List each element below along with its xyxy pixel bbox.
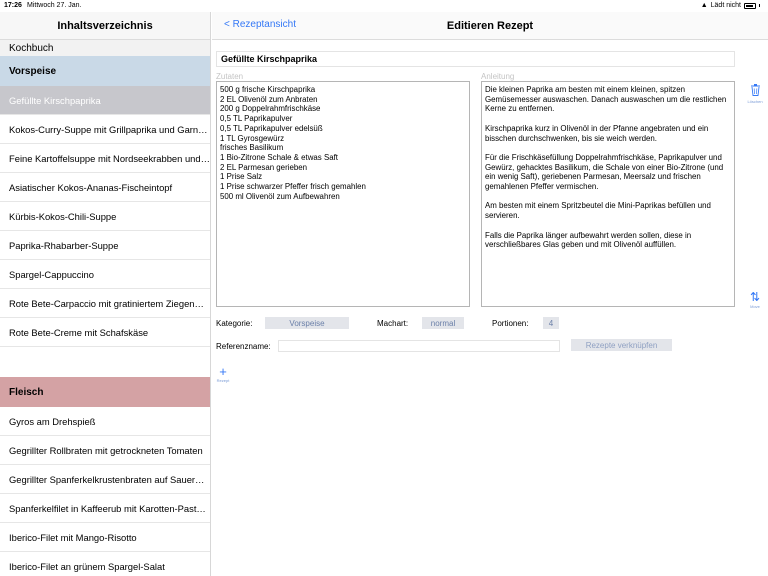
main-panel: < Rezeptansicht Editieren Rezept Gefüllt… (212, 12, 768, 576)
move-button[interactable]: ⇅ Move (744, 290, 766, 310)
move-caption: Move (750, 304, 760, 309)
battery-icon (744, 2, 756, 9)
recipe-item[interactable]: Gegrillter Rollbraten mit getrockneten T… (0, 436, 210, 465)
status-bar: 17:26 Mittwoch 27. Jan. ▲ Lädt nicht (0, 0, 768, 12)
battery-cap (759, 4, 760, 7)
category-select[interactable]: Vorspeise (265, 317, 349, 329)
reference-input[interactable] (278, 340, 560, 352)
category-label: Kategorie: (216, 319, 253, 328)
move-arrows-icon: ⇅ (749, 290, 761, 304)
trash-icon (744, 84, 766, 99)
plus-icon: + (219, 364, 227, 379)
type-select[interactable]: normal (422, 317, 464, 329)
cookbook-title: Kochbuch (0, 40, 210, 56)
recipe-name-field[interactable]: Gefüllte Kirschpaprika (216, 51, 735, 67)
type-label: Machart: (377, 319, 409, 328)
recipe-item[interactable]: Asiatischer Kokos-Ananas-Fischeintopf (0, 173, 210, 202)
status-right: ▲ Lädt nicht (701, 2, 760, 9)
recipe-item[interactable]: Paprika-Rhabarber-Suppe (0, 231, 210, 260)
ingredients-textarea[interactable]: 500 g frische Kirschpaprika 2 EL Olivenö… (216, 81, 470, 307)
recipe-item[interactable]: Rote Bete-Creme mit Schafskäse (0, 318, 210, 347)
delete-caption: Löschen (747, 99, 763, 104)
recipe-item-selected[interactable]: Gefüllte Kirschpaprika (0, 86, 210, 115)
recipe-item[interactable]: Iberico-Filet an grünem Spargel-Salat (0, 552, 210, 576)
delete-button[interactable]: Löschen (744, 84, 766, 104)
status-date: Mittwoch 27. Jan. (27, 2, 82, 9)
add-recipe-caption: Rezept (216, 378, 230, 383)
recipe-item[interactable]: Spanferkelfilet in Kaffeerub mit Karotte… (0, 494, 210, 523)
status-time: 17:26 (4, 2, 22, 9)
back-button[interactable]: < Rezeptansicht (224, 19, 296, 30)
ingredients-label: Zutaten (216, 72, 244, 81)
link-recipes-button[interactable]: Rezepte verknüpfen (571, 339, 672, 351)
portions-label: Portionen: (492, 319, 529, 328)
recipe-item[interactable]: Feine Kartoffelsuppe mit Nordseekrabben … (0, 144, 210, 173)
instructions-label: Anleitung (481, 72, 515, 81)
wifi-icon: ▲ (700, 2, 708, 9)
list-gap (0, 347, 210, 377)
page-title: Editieren Rezept (446, 19, 534, 32)
instructions-textarea[interactable]: Die kleinen Paprika am besten mit einem … (481, 81, 735, 307)
reference-label: Referenzname: (216, 342, 271, 351)
add-recipe-button[interactable]: + Rezept (215, 364, 231, 383)
recipe-item[interactable]: Rote Bete-Carpaccio mit gratiniertem Zie… (0, 289, 210, 318)
sidebar: Inhaltsverzeichnis Kochbuch Vorspeise Ge… (0, 12, 211, 576)
recipe-item[interactable]: Kokos-Curry-Suppe mit Grillpaprika und G… (0, 115, 210, 144)
charging-status: Lädt nicht (710, 2, 741, 9)
navbar: < Rezeptansicht Editieren Rezept (212, 12, 768, 40)
recipe-item[interactable]: Gegrillter Spanferkelkrustenbraten auf S… (0, 465, 210, 494)
recipe-item[interactable]: Kürbis-Kokos-Chili-Suppe (0, 202, 210, 231)
section-fleisch[interactable]: Fleisch (0, 377, 210, 407)
portions-field[interactable]: 4 (543, 317, 559, 329)
recipe-item[interactable]: Gyros am Drehspieß (0, 407, 210, 436)
recipe-item[interactable]: Iberico-Filet mit Mango-Risotto (0, 523, 210, 552)
sidebar-title: Inhaltsverzeichnis (0, 12, 210, 40)
recipe-item[interactable]: Spargel-Cappuccino (0, 260, 210, 289)
section-vorspeise[interactable]: Vorspeise (0, 56, 210, 86)
